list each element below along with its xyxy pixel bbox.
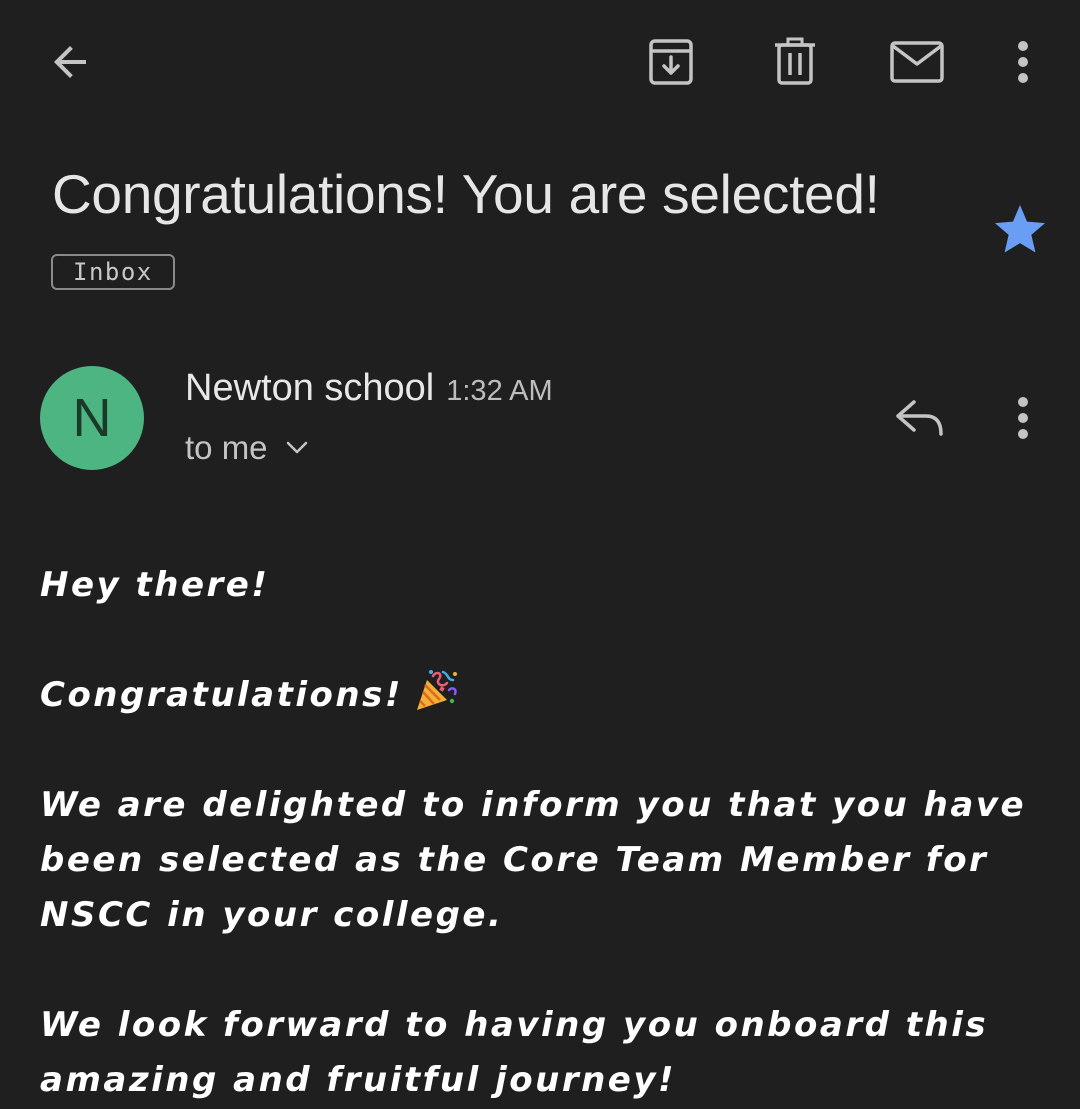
chevron-down-icon (286, 441, 307, 454)
sender-avatar[interactable]: N (40, 366, 144, 470)
body-paragraph-1: We are delighted to inform you that you … (40, 785, 1027, 935)
more-options-button[interactable] (994, 20, 1052, 104)
mail-icon (890, 41, 944, 83)
reply-icon (896, 400, 943, 436)
star-icon (995, 205, 1045, 253)
mark-unread-button[interactable] (878, 20, 956, 104)
delete-button[interactable] (756, 20, 834, 104)
sender-row: Newton school 1:32 AM (185, 362, 553, 417)
more-vert-icon (1018, 41, 1028, 83)
body-congrats-line: Congratulations! (40, 668, 1040, 723)
party-popper-icon (416, 670, 457, 710)
body-paragraph-2: We look forward to having you onboard th… (40, 1005, 989, 1100)
body-greeting: Hey there! (40, 565, 270, 605)
more-vert-icon (1018, 397, 1028, 439)
email-time: 1:32 AM (446, 375, 553, 407)
top-toolbar (0, 0, 1080, 124)
reply-button[interactable] (884, 380, 956, 456)
email-subject: Congratulations! You are selected! (52, 163, 880, 225)
message-more-button[interactable] (994, 380, 1052, 456)
body-congrats: Congratulations! (40, 675, 403, 715)
sender-name: Newton school (185, 367, 435, 409)
arrow-back-icon (54, 46, 86, 78)
inbox-label-chip[interactable]: Inbox (51, 254, 175, 290)
email-view: Congratulations! You are selected! Inbox… (0, 0, 1080, 1109)
recipient-details-toggle[interactable]: to me (185, 424, 308, 472)
archive-icon (649, 39, 693, 85)
back-button[interactable] (28, 20, 112, 104)
recipient-text: to me (185, 429, 268, 466)
trash-icon (775, 37, 815, 85)
archive-button[interactable] (632, 20, 710, 104)
email-body: Hey there! Congratulations! We are delig… (40, 558, 1040, 1108)
star-button[interactable] (990, 200, 1050, 260)
